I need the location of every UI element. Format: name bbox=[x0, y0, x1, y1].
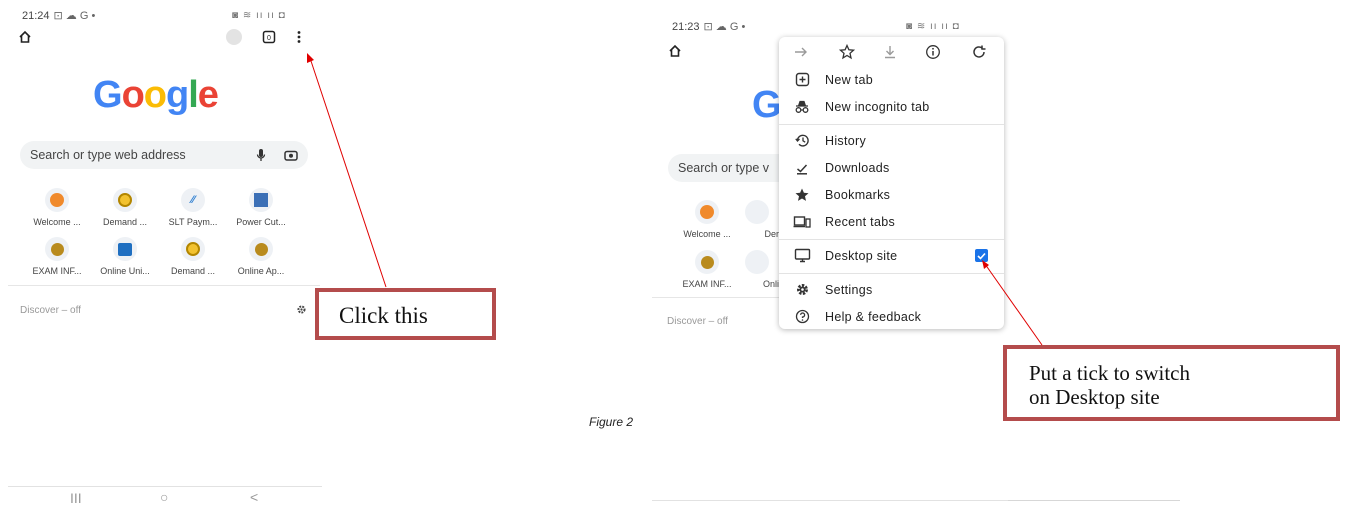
arrow-to-menu-button bbox=[309, 57, 387, 288]
arrow-to-checkbox bbox=[984, 263, 1043, 346]
arrowhead bbox=[307, 53, 314, 63]
annotation-arrows bbox=[307, 53, 1043, 346]
